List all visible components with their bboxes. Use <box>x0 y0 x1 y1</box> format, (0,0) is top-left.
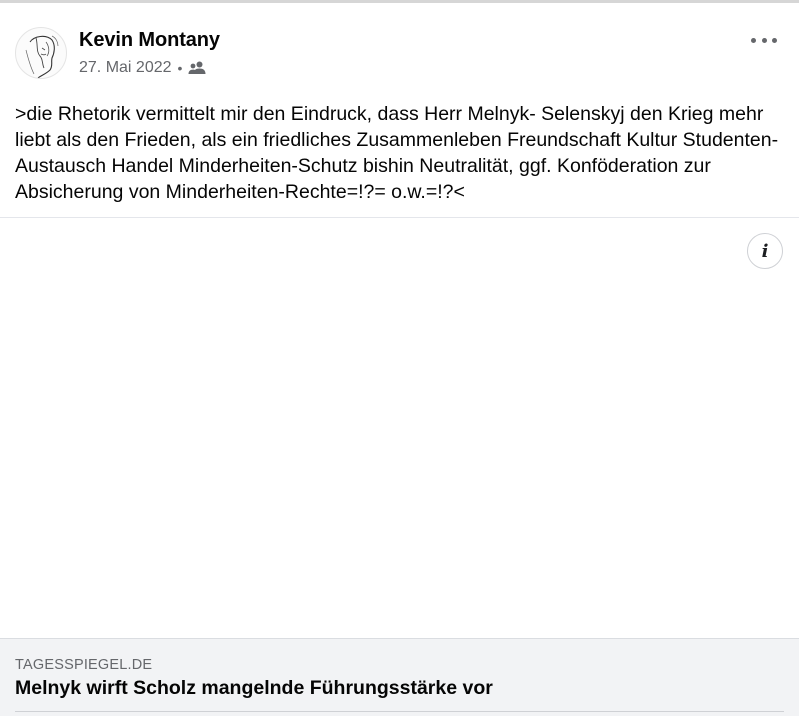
post-date[interactable]: 27. Mai 2022 <box>79 59 172 77</box>
more-dot <box>772 37 777 43</box>
link-domain: TAGESSPIEGEL.DE <box>15 657 153 673</box>
info-icon: i <box>761 240 769 262</box>
post-card: Kevin Montany 27. Mai 2022 • >die Rhetor… <box>0 3 799 725</box>
meta-separator: • <box>177 60 183 76</box>
author-name[interactable]: Kevin Montany <box>79 29 220 52</box>
friends-icon[interactable] <box>188 61 206 75</box>
avatar-sketch-icon <box>25 35 59 78</box>
media-area[interactable]: i <box>0 218 799 638</box>
post-text: >die Rhetorik vermittelt mir den Eindruc… <box>15 103 779 203</box>
more-dot <box>761 37 767 43</box>
info-button[interactable]: i <box>747 233 783 269</box>
post-header: Kevin Montany 27. Mai 2022 • <box>0 3 799 93</box>
avatar[interactable] <box>15 27 67 79</box>
link-title[interactable]: Melnyk wirft Scholz mangelnde Führungsst… <box>15 677 493 700</box>
link-preview[interactable]: TAGESSPIEGEL.DE Melnyk wirft Scholz mang… <box>0 638 799 716</box>
post-meta: 27. Mai 2022 • <box>79 58 206 78</box>
bottom-divider <box>15 711 784 712</box>
more-options-button[interactable] <box>751 33 777 47</box>
more-dot <box>751 37 756 43</box>
